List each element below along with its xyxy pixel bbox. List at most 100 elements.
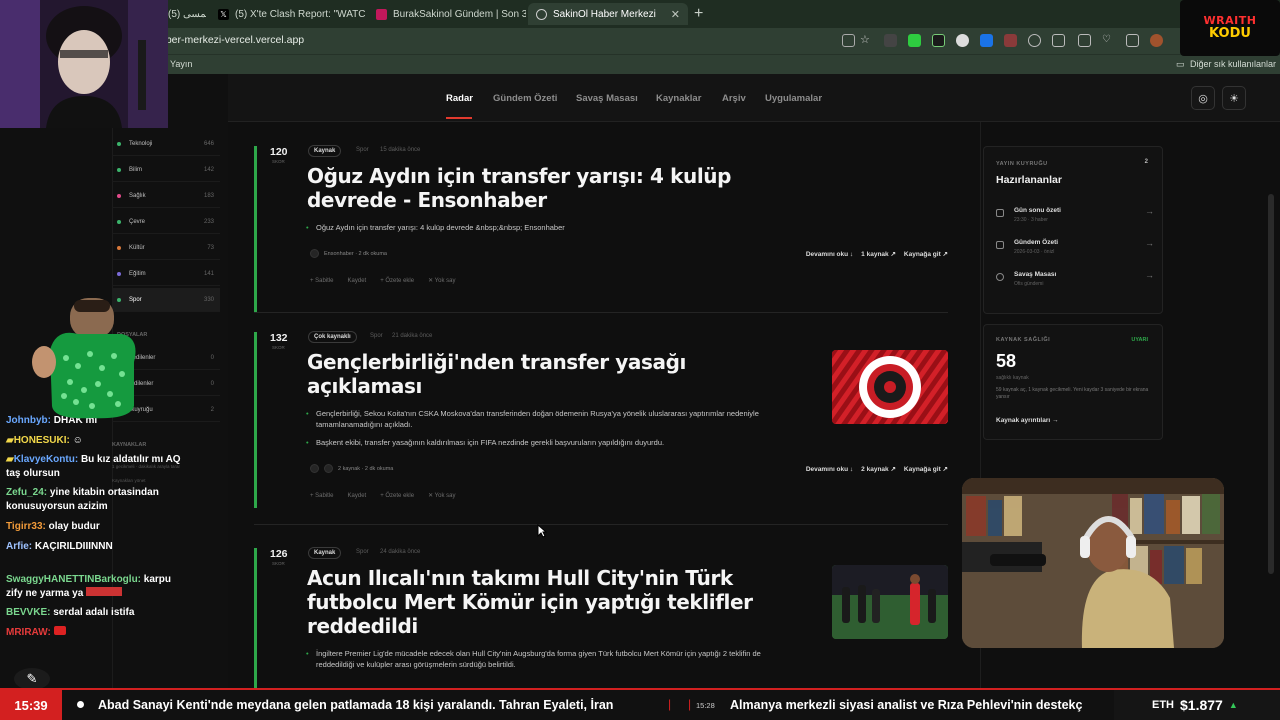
article-title[interactable]: Oğuz Aydın için transfer yarışı: 4 kulüp… xyxy=(307,164,777,212)
add-summary-button[interactable]: + Özete ekle xyxy=(380,278,414,284)
tab-kaynaklar[interactable]: Kaynaklar xyxy=(656,93,701,104)
status-badge: UYARI xyxy=(1131,337,1148,343)
read-more-link[interactable]: Devamını oku ↓ xyxy=(806,466,853,473)
stream-screen: شمسی (5) ✕ 𝕏 (5) X'te Clash Report: "WAT… xyxy=(0,0,1280,720)
tab-savas-masasi[interactable]: Savaş Masası xyxy=(576,93,638,104)
pin-button[interactable]: + Sabitle xyxy=(310,493,334,499)
chat-user: Arfie: xyxy=(6,541,33,552)
article-time: 21 dakika önce xyxy=(392,333,433,339)
tab-radar[interactable]: Radar xyxy=(446,93,473,104)
score-label: SKOR xyxy=(272,345,285,350)
reader-icon[interactable] xyxy=(842,34,855,47)
queue-item[interactable]: Gündem Özeti 2026-03-03 · önizl → xyxy=(996,237,1154,267)
sidebar-item-egitim[interactable]: Eğitim 141 xyxy=(112,262,220,286)
chat-text: olay budur xyxy=(48,521,100,532)
tab-gundem-ozeti[interactable]: Gündem Özeti xyxy=(493,93,557,104)
score-label: SKOR xyxy=(272,561,285,566)
new-tab-button[interactable]: + xyxy=(694,5,703,23)
source-details-link[interactable]: Kaynak ayrıntıları → xyxy=(996,417,1059,424)
score-bar xyxy=(254,548,257,688)
chat-user: BEVVKE: xyxy=(6,607,51,618)
tab-label: BurakSakinol Gündem | Son 3 Gün xyxy=(393,8,526,20)
article-footer: + Sabitle Kaydet + Özete ekle ✕ Yok say xyxy=(310,492,469,499)
tab-label: شمسی (5) xyxy=(168,8,206,20)
collections-icon[interactable] xyxy=(1126,34,1139,47)
article-category: Spor xyxy=(370,333,383,339)
article-time: 15 dakika önce xyxy=(380,147,421,153)
browser-tab-active[interactable]: SakinOl Haber Merkezi ✕ xyxy=(528,3,688,25)
tab-uygulamalar[interactable]: Uygulamalar xyxy=(765,93,822,104)
scrollbar[interactable] xyxy=(1268,194,1274,574)
summary-text: Gençlerbirliği, Sekou Koita'nın CSKA Mos… xyxy=(316,409,759,429)
sources-link[interactable]: 1 kaynak ↗ xyxy=(861,251,896,258)
queue-item[interactable]: Gün sonu özeti 23:30 · 3 haber → xyxy=(996,205,1154,235)
pen-icon: ✎ xyxy=(14,668,50,690)
sidebar-item-bilim[interactable]: Bilim 142 xyxy=(112,158,220,182)
avatar[interactable] xyxy=(1150,34,1163,47)
queue-item[interactable]: Savaş Masası Ofis gündemi → xyxy=(996,269,1154,299)
source-row: Ensonhaber · 2 dk okuma xyxy=(310,249,387,258)
site-favicon-icon xyxy=(376,8,387,20)
health-value-label: sağlıklı kaynak xyxy=(996,375,1029,381)
sidebar-item-kultur[interactable]: Kültür 73 xyxy=(112,236,220,260)
status-dot xyxy=(117,245,121,250)
item-count: 0 xyxy=(210,380,214,387)
tab-arsiv[interactable]: Arşiv xyxy=(722,93,746,104)
sidebar-item-teknoloji[interactable]: Teknoloji 646 xyxy=(112,132,220,156)
category-count: 233 xyxy=(203,218,214,225)
heart-icon[interactable]: ♡ xyxy=(1102,34,1115,47)
translate-icon[interactable] xyxy=(980,34,993,47)
ignore-button[interactable]: ✕ Yok say xyxy=(428,278,455,284)
source-badge: Çok kaynaklı xyxy=(308,331,357,343)
source-icon xyxy=(310,249,319,258)
save-button[interactable]: Kaydet xyxy=(348,278,367,284)
ignore-button[interactable]: ✕ Yok say xyxy=(428,493,455,499)
cursor-icon xyxy=(537,524,547,538)
extension-icon[interactable] xyxy=(908,34,921,47)
read-more-link[interactable]: Devamını oku ↓ xyxy=(806,251,853,258)
article-card: 126 SKOR Kaynak Spor 24 dakika önce Acun… xyxy=(254,547,948,688)
sidebar-item-cevre[interactable]: Çevre 233 xyxy=(112,210,220,234)
split-view-icon[interactable] xyxy=(1078,34,1091,47)
url-text[interactable]: aber-merkezi-vercel.vercel.app xyxy=(160,34,304,46)
extension-icon[interactable] xyxy=(956,34,969,47)
browser-tab[interactable]: 𝕏 (5) X'te Clash Report: "WATCH: Ru ✕ xyxy=(210,3,366,25)
add-summary-button[interactable]: + Özete ekle xyxy=(380,493,414,499)
category-label: Çevre xyxy=(129,218,146,225)
article-title[interactable]: Gençlerbirliği'nden transfer yasağı açık… xyxy=(307,350,727,398)
article-thumbnail[interactable] xyxy=(832,350,948,424)
extension-icon[interactable] xyxy=(932,34,945,47)
browser-tabbar: شمسی (5) ✕ 𝕏 (5) X'te Clash Report: "WAT… xyxy=(0,0,1280,28)
star-icon[interactable]: ☆ xyxy=(860,34,873,47)
bookmark-item[interactable]: Yayın xyxy=(170,59,192,69)
target-icon[interactable]: ◎ xyxy=(1191,86,1215,110)
item-count: 2 xyxy=(210,406,214,413)
go-source-link[interactable]: Kaynağa git ↗ xyxy=(904,251,948,258)
sun-icon[interactable]: ☀ xyxy=(1222,86,1246,110)
divider xyxy=(254,524,948,525)
article-summary: İngiltere Premier Lig'de mücadele edecek… xyxy=(306,648,797,670)
category-label: Kültür xyxy=(129,244,145,251)
health-value: 58 xyxy=(996,351,1017,371)
close-icon[interactable]: ✕ xyxy=(671,8,680,21)
extension-icon[interactable] xyxy=(1004,34,1017,47)
article-thumbnail[interactable] xyxy=(832,565,948,639)
chat-user: SwaggyHANETTINBarkoglu: xyxy=(6,574,142,585)
refresh-icon[interactable] xyxy=(1028,34,1041,47)
source-text: Ensonhaber · 2 dk okuma xyxy=(324,250,387,257)
chat-message: Zefu_24: yine kitabin ortasindan konusuy… xyxy=(6,486,182,514)
bookmark-folder[interactable]: Diğer sık kullanılanlar xyxy=(1190,59,1276,69)
article-category: Spor xyxy=(356,147,369,153)
sources-link[interactable]: 2 kaynak ↗ xyxy=(861,466,896,473)
go-source-link[interactable]: Kaynağa git ↗ xyxy=(904,466,948,473)
queue-item-title: Savaş Masası xyxy=(1014,271,1057,278)
sidebar-item-saglik[interactable]: Sağlık 183 xyxy=(112,184,220,208)
channel-logo: WRAITH KODU xyxy=(1180,0,1280,56)
article-title[interactable]: Acun Ilıcalı'nın takımı Hull City'nin Tü… xyxy=(307,566,787,638)
category-count: 330 xyxy=(203,296,214,303)
extension-icon[interactable] xyxy=(884,34,897,47)
browser-tab[interactable]: BurakSakinol Gündem | Son 3 Gün ✕ xyxy=(368,3,526,25)
extension-icon[interactable] xyxy=(1052,34,1065,47)
pin-button[interactable]: + Sabitle xyxy=(310,278,334,284)
save-button[interactable]: Kaydet xyxy=(348,493,367,499)
